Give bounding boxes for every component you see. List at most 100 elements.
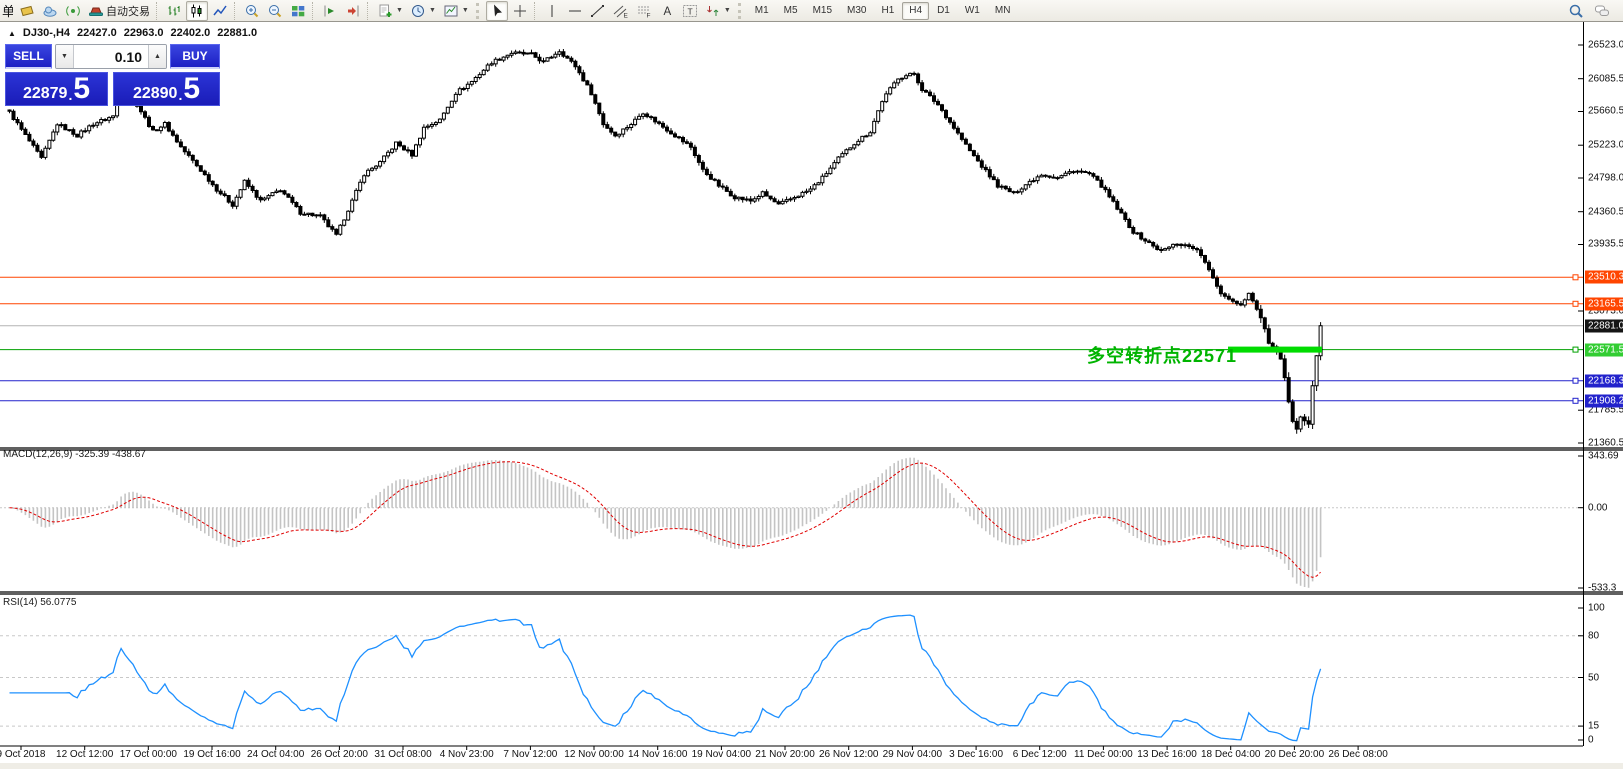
hline-glyph <box>568 10 581 11</box>
timeframe-h4[interactable]: H4 <box>902 1 930 20</box>
level-drag-handle[interactable] <box>1572 377 1579 384</box>
dropdown-arrow-icon[interactable]: ▼ <box>429 7 436 14</box>
level-drag-handle[interactable] <box>1572 346 1579 353</box>
chat-icon[interactable] <box>1591 1 1613 21</box>
lot-size-stepper: ▼ 0.10 ▲ <box>55 44 167 69</box>
level-drag-handle[interactable] <box>1572 300 1579 307</box>
order-glyph <box>20 5 34 16</box>
lot-decrease-button[interactable]: ▼ <box>56 45 74 68</box>
line-chart-icon[interactable] <box>209 1 231 21</box>
zoom-in-icon[interactable] <box>241 1 263 21</box>
zoomin-glyph <box>246 4 259 17</box>
timeframe-h1[interactable]: H1 <box>874 2 901 20</box>
timeframe-mn[interactable]: MN <box>988 2 1018 20</box>
trendline-icon[interactable] <box>587 1 609 21</box>
buy-price-pips: 5 <box>183 72 201 105</box>
svg-text:F: F <box>646 12 650 19</box>
toolbar-grip <box>475 2 482 19</box>
pivot-highlight-segment[interactable] <box>1228 346 1322 353</box>
time-axis-label: 3 Dec 16:00 <box>949 749 1004 760</box>
signals-icon[interactable] <box>62 1 84 21</box>
periods-icon[interactable]: ▼ <box>407 1 439 21</box>
bull-candles <box>43 51 1323 430</box>
collapse-icon[interactable]: ▲ <box>8 29 16 38</box>
sell-price-display[interactable]: 22879. 5 <box>5 72 108 106</box>
buy-price-dot: . <box>178 87 183 103</box>
price-level-label: 22168.3 <box>1585 374 1623 388</box>
timeframe-d1[interactable]: D1 <box>930 2 957 20</box>
time-axis-label: 19 Nov 04:00 <box>691 749 752 760</box>
sell-price-dot: . <box>68 87 73 103</box>
time-axis-label: 9 Oct 2018 <box>0 749 46 760</box>
mt5-window: 单 自动交易 ▼ ▼ ▼ E F A T ▼ M1 M5 M15 M30 H1 H4 D1 W1 MN ▲ DJ… <box>0 0 1623 769</box>
price-tick-label: 26523.0 <box>1588 39 1623 51</box>
new-chart-icon[interactable]: ▼ <box>374 1 406 21</box>
clipped-menu-text: 单 <box>2 4 13 19</box>
new-order-icon[interactable] <box>16 1 38 21</box>
low-value: 22402.0 <box>170 27 211 39</box>
time-axis-label: 31 Oct 08:00 <box>374 749 432 760</box>
vertical-line-icon[interactable] <box>541 1 563 21</box>
search-glyph <box>1569 4 1583 18</box>
bear-candles <box>7 51 1311 430</box>
cloud-profile-icon[interactable] <box>39 1 61 21</box>
time-axis-label: 4 Nov 23:00 <box>439 749 494 760</box>
channel-glyph: E <box>613 5 628 19</box>
macd-signal-line <box>9 461 1321 578</box>
chart-ohlc-header: ▲ DJ30-,H4 22427.0 22963.0 22402.0 22881… <box>8 27 257 39</box>
rsi-tick-label: 15 <box>1588 720 1600 732</box>
level-drag-handle[interactable] <box>1572 274 1579 281</box>
arrows-glyph <box>706 5 719 16</box>
lot-size-input[interactable]: 0.10 <box>74 45 148 68</box>
chart-canvas[interactable] <box>0 0 1623 769</box>
timeframe-m5[interactable]: M5 <box>777 2 805 20</box>
auto-trading-button[interactable]: 自动交易 <box>85 1 153 21</box>
auto-trading-label: 自动交易 <box>106 5 150 18</box>
timeframe-m15[interactable]: M15 <box>806 2 839 20</box>
timeframe-buttons: M1 M5 M15 M30 H1 H4 D1 W1 MN <box>748 1 1018 20</box>
dropdown-arrow-icon[interactable]: ▼ <box>396 7 403 14</box>
crosshair-icon[interactable] <box>509 1 531 21</box>
cursor-icon[interactable] <box>485 0 508 21</box>
price-level-label: 22571.5 <box>1585 343 1623 357</box>
crosshair-glyph <box>513 4 526 17</box>
auto-scroll-icon[interactable] <box>342 1 364 21</box>
toolbar-separator <box>367 1 371 20</box>
fibo-glyph: F <box>637 6 650 19</box>
time-axis-label: 13 Dec 16:00 <box>1137 749 1197 760</box>
bar-chart-icon[interactable] <box>163 1 185 21</box>
chart-shift-icon[interactable] <box>319 1 341 21</box>
zoomout-glyph <box>269 4 282 17</box>
equidistant-channel-icon[interactable]: E <box>610 1 632 21</box>
sell-button[interactable]: SELL <box>5 44 52 69</box>
time-axis-label: 11 Dec 00:00 <box>1074 749 1133 760</box>
arrows-icon[interactable]: ▼ <box>702 1 734 21</box>
candlestick-chart-icon[interactable] <box>186 0 208 21</box>
toolbar: 单 自动交易 ▼ ▼ ▼ E F A T ▼ M1 M5 M15 M30 H1 H4 D1 W1 MN <box>0 0 1623 22</box>
zoom-out-icon[interactable] <box>264 1 286 21</box>
timeframe-m1[interactable]: M1 <box>748 2 776 20</box>
chat-glyph <box>1595 5 1609 16</box>
templates-icon[interactable]: ▼ <box>440 1 472 21</box>
search-icon[interactable] <box>1565 1 1587 21</box>
rsi-label: RSI(14) 56.0775 <box>3 597 77 608</box>
lot-increase-button[interactable]: ▲ <box>148 45 166 68</box>
vline-glyph <box>551 4 553 17</box>
level-drag-handle[interactable] <box>1572 397 1579 404</box>
cursor-glyph <box>493 4 502 16</box>
timeframe-m30[interactable]: M30 <box>840 2 873 20</box>
dropdown-arrow-icon[interactable]: ▼ <box>462 7 469 14</box>
tile-windows-icon[interactable] <box>287 1 309 21</box>
buy-button[interactable]: BUY <box>170 44 220 69</box>
horizontal-line-icon[interactable] <box>564 1 586 21</box>
timeframe-w1[interactable]: W1 <box>958 2 987 20</box>
buy-price-display[interactable]: 22890. 5 <box>113 72 220 106</box>
text-icon[interactable]: A <box>656 1 678 21</box>
shift-glyph <box>324 5 334 16</box>
toolbar-separator <box>312 1 316 20</box>
dropdown-arrow-icon[interactable]: ▼ <box>724 7 731 14</box>
signal-glyph <box>66 5 80 16</box>
macd-tick-label: 343.69 <box>1588 450 1619 462</box>
fibonacci-icon[interactable]: F <box>633 1 655 21</box>
text-label-icon[interactable]: T <box>679 1 701 21</box>
